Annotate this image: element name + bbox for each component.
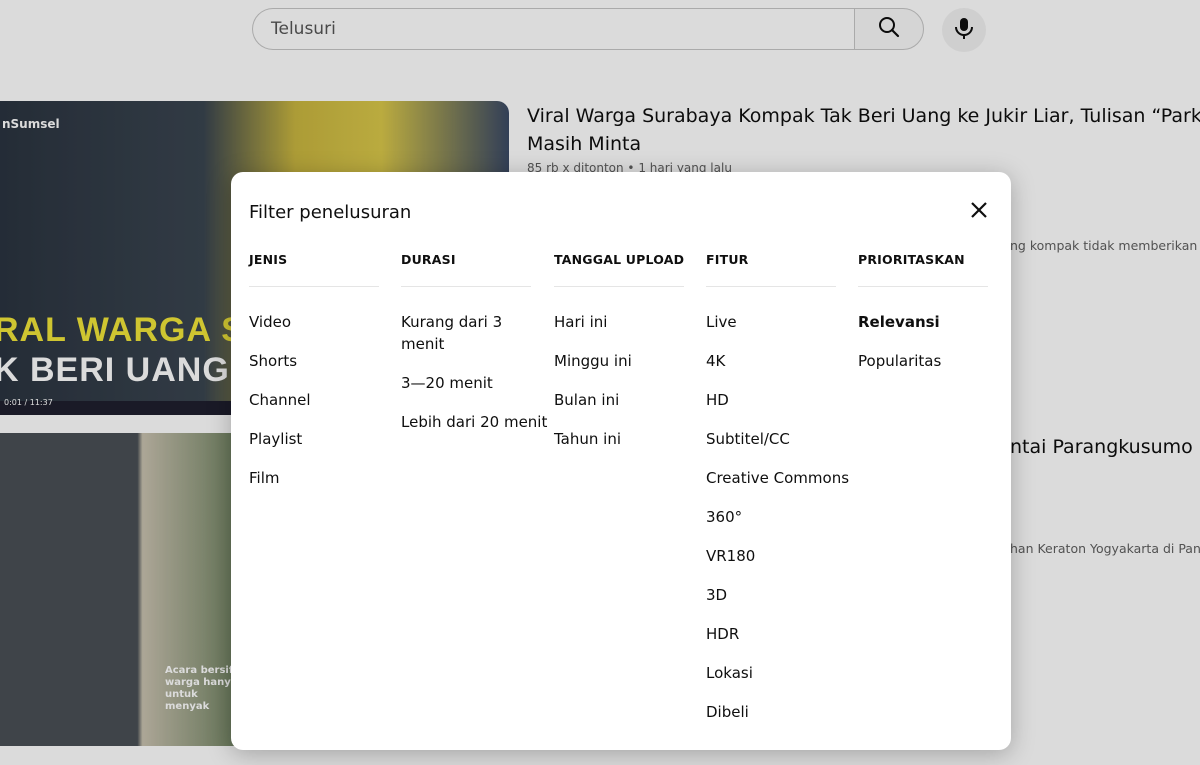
filter-option-hdr[interactable]: HDR	[706, 623, 838, 645]
filter-option-purchased[interactable]: Dibeli	[706, 701, 838, 723]
divider	[706, 286, 836, 287]
filter-option-360[interactable]: 360°	[706, 506, 838, 528]
filter-option-shorts[interactable]: Shorts	[249, 350, 381, 372]
close-button[interactable]	[963, 196, 995, 228]
filter-option-this-year[interactable]: Tahun ini	[554, 428, 686, 450]
filter-option-3d[interactable]: 3D	[706, 584, 838, 606]
filter-option-live[interactable]: Live	[706, 311, 838, 333]
filter-option-location[interactable]: Lokasi	[706, 662, 838, 684]
filter-option-creative-commons[interactable]: Creative Commons	[706, 467, 849, 489]
divider	[554, 286, 684, 287]
search-filter-dialog: Filter penelusuran JENIS Video Shorts Ch…	[231, 172, 1011, 750]
filter-column-features: FITUR Live 4K HD Subtitel/CC Creative Co…	[706, 252, 849, 740]
filter-option-today[interactable]: Hari ini	[554, 311, 686, 333]
filter-column-upload-date: TANGGAL UPLOAD Hari ini Minggu ini Bulan…	[554, 252, 686, 467]
filter-option-subtitles[interactable]: Subtitel/CC	[706, 428, 838, 450]
filter-option-film[interactable]: Film	[249, 467, 381, 489]
filter-option-over-20-min[interactable]: Lebih dari 20 menit	[401, 411, 547, 433]
divider	[401, 286, 531, 287]
divider	[249, 286, 379, 287]
filter-column-sort-by: PRIORITASKAN Relevansi Popularitas	[858, 252, 990, 389]
column-header: PRIORITASKAN	[858, 252, 965, 267]
filter-option-vr180[interactable]: VR180	[706, 545, 838, 567]
column-header: TANGGAL UPLOAD	[554, 252, 685, 267]
filter-column-type: JENIS Video Shorts Channel Playlist Film	[249, 252, 381, 506]
filter-column-duration: DURASI Kurang dari 3 menit 3—20 menit Le…	[401, 252, 547, 450]
filter-option-this-week[interactable]: Minggu ini	[554, 350, 686, 372]
filter-option-channel[interactable]: Channel	[249, 389, 381, 411]
filter-option-hd[interactable]: HD	[706, 389, 838, 411]
column-header: JENIS	[249, 252, 288, 267]
divider	[858, 286, 988, 287]
filter-option-this-month[interactable]: Bulan ini	[554, 389, 686, 411]
filter-option-3-20-min[interactable]: 3—20 menit	[401, 372, 541, 394]
column-header: DURASI	[401, 252, 456, 267]
filter-option-video[interactable]: Video	[249, 311, 381, 333]
sort-option-popularity[interactable]: Popularitas	[858, 350, 990, 372]
column-header: FITUR	[706, 252, 749, 267]
close-icon	[969, 200, 989, 224]
sort-option-relevance[interactable]: Relevansi	[858, 311, 990, 333]
filter-option-playlist[interactable]: Playlist	[249, 428, 381, 450]
filter-option-under-3-min[interactable]: Kurang dari 3 menit	[401, 311, 541, 355]
dialog-title: Filter penelusuran	[249, 202, 412, 223]
filter-option-4k[interactable]: 4K	[706, 350, 838, 372]
